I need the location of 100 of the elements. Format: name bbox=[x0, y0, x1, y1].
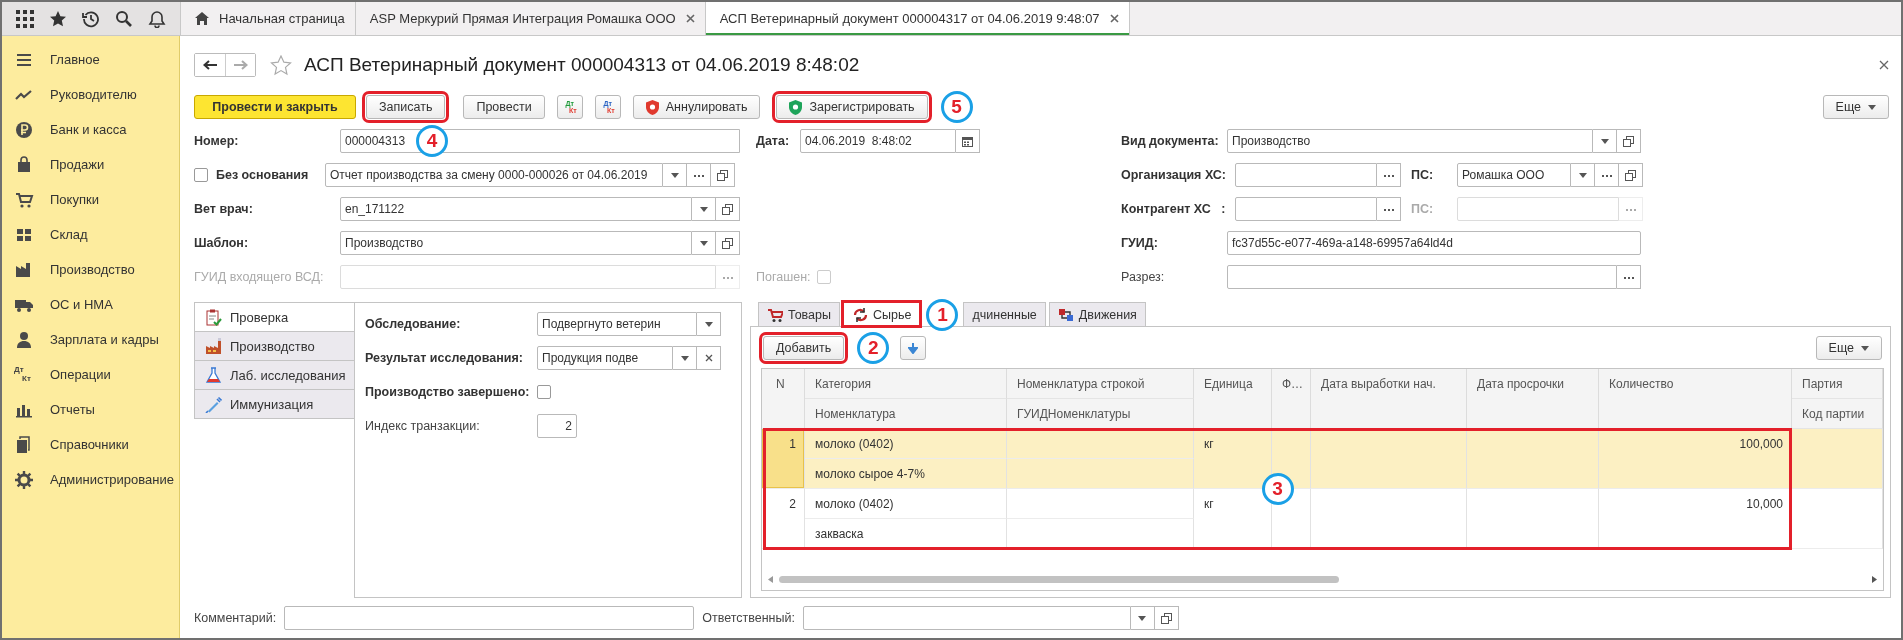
input-field[interactable]: Подвергнуто ветерин bbox=[537, 312, 697, 336]
dropdown-button[interactable] bbox=[697, 312, 721, 336]
clear-button[interactable] bbox=[697, 346, 721, 370]
open-window-icon bbox=[717, 169, 728, 181]
column-header[interactable]: Ф… bbox=[1272, 369, 1311, 429]
table-cell: молоко (0402) bbox=[805, 429, 1007, 459]
choose-button[interactable] bbox=[1595, 163, 1619, 187]
input-field[interactable]: Ромашка ООО bbox=[1457, 163, 1571, 187]
column-header[interactable]: Дата выработки нач. bbox=[1311, 369, 1467, 429]
sidebar-item[interactable]: Банк и касса bbox=[2, 112, 179, 147]
input-field[interactable]: Отчет производства за смену 0000-000026 от 04.06.2019 bbox=[325, 163, 663, 187]
sidebar-item[interactable]: Продажи bbox=[2, 147, 179, 182]
input-field[interactable]: Производство bbox=[1227, 129, 1593, 153]
window-tab[interactable]: Начальная страница bbox=[181, 2, 356, 35]
column-header[interactable]: Номенклатура строкой bbox=[1007, 369, 1194, 399]
dropdown-button[interactable] bbox=[1571, 163, 1595, 187]
window-tab[interactable]: ASP Меркурий Прямая Интеграция Ромашка ООО bbox=[355, 2, 706, 35]
calendar-button[interactable] bbox=[956, 129, 980, 153]
input-field[interactable] bbox=[284, 606, 695, 630]
close-icon[interactable] bbox=[1109, 14, 1119, 23]
more-button[interactable]: Еще bbox=[1822, 95, 1889, 119]
open-button[interactable] bbox=[716, 231, 740, 255]
open-button[interactable] bbox=[1617, 129, 1641, 153]
tab[interactable]: Движения bbox=[1048, 302, 1146, 326]
input-field[interactable]: Производство bbox=[340, 231, 692, 255]
checkbox[interactable] bbox=[194, 168, 208, 182]
callout-badge: 4 bbox=[416, 125, 448, 157]
input-field[interactable]: 04.06.2019 8:48:02 bbox=[800, 129, 956, 153]
side-tab[interactable]: Иммунизация bbox=[194, 389, 354, 419]
column-header[interactable]: Единица bbox=[1194, 369, 1272, 429]
column-header[interactable]: Дата просрочки bbox=[1467, 369, 1599, 429]
choose-button[interactable] bbox=[1617, 265, 1641, 289]
close-icon[interactable] bbox=[1879, 60, 1889, 70]
history-icon[interactable] bbox=[81, 9, 100, 28]
shield-icon bbox=[645, 99, 659, 115]
tab[interactable]: Товары bbox=[758, 302, 840, 326]
input-field[interactable]: fc37d55c-e077-469a-a148-69957a64ld4d bbox=[1227, 231, 1641, 255]
sidebar-item[interactable]: Зарплата и кадры bbox=[2, 322, 179, 357]
sidebar-item[interactable]: Главное bbox=[2, 42, 179, 77]
side-tab[interactable]: Производство bbox=[194, 331, 354, 360]
post-close-button[interactable]: Провести и закрыть bbox=[194, 95, 356, 119]
column-header[interactable]: Количество bbox=[1599, 369, 1792, 429]
column-header[interactable]: ГУИДНоменклатуры bbox=[1007, 399, 1194, 429]
dropdown-button[interactable] bbox=[1593, 129, 1617, 153]
choose-button[interactable] bbox=[1377, 197, 1401, 221]
column-header[interactable]: Номенклатура bbox=[805, 399, 1007, 429]
bell-icon[interactable] bbox=[148, 9, 167, 28]
checkbox[interactable] bbox=[537, 385, 551, 399]
star-icon[interactable] bbox=[48, 9, 67, 28]
column-header[interactable]: Код партии bbox=[1792, 399, 1883, 429]
field-label: Обследование: bbox=[365, 317, 462, 331]
tab[interactable]: дчиненные bbox=[963, 302, 1046, 326]
field-label: Дата: bbox=[756, 134, 791, 148]
sidebar-item[interactable]: Дт Кт Операции bbox=[2, 357, 179, 392]
tab-label: ASP Меркурий Прямая Интеграция Ромашка ООО bbox=[369, 11, 676, 26]
sidebar-item[interactable]: Производство bbox=[2, 252, 179, 287]
apps-grid-icon[interactable] bbox=[15, 9, 34, 28]
window-tab[interactable]: АСП Ветеринарный документ 000004317 от 04.06.2019 9:48:07 bbox=[705, 2, 1130, 35]
dropdown-button[interactable] bbox=[692, 231, 716, 255]
sidebar-item[interactable]: Покупки bbox=[2, 182, 179, 217]
star-outline-icon[interactable] bbox=[270, 54, 292, 76]
column-header[interactable]: Категория bbox=[805, 369, 1007, 399]
input-field[interactable]: en_171122 bbox=[340, 197, 692, 221]
table-cell: закваска bbox=[805, 519, 1007, 549]
side-tab[interactable]: Проверка bbox=[194, 302, 354, 331]
choose-button[interactable] bbox=[1377, 163, 1401, 187]
toolbar-button[interactable]: Аннулировать bbox=[632, 95, 761, 119]
arrow-down-button[interactable] bbox=[900, 336, 927, 360]
home-icon bbox=[195, 12, 209, 25]
side-tab[interactable]: Лаб. исследования bbox=[194, 360, 354, 389]
open-button[interactable] bbox=[1154, 606, 1179, 630]
sidebar-item[interactable]: Отчеты bbox=[2, 392, 179, 427]
table-cell: кг bbox=[1194, 429, 1272, 489]
sidebar-item[interactable]: Руководителю bbox=[2, 77, 179, 112]
input-field[interactable]: 2 bbox=[537, 414, 577, 438]
column-header[interactable]: N bbox=[762, 369, 805, 429]
open-button[interactable] bbox=[711, 163, 735, 187]
ruble-coin-icon bbox=[14, 119, 34, 140]
more-button[interactable]: Еще bbox=[1815, 336, 1882, 360]
choose-button[interactable] bbox=[687, 163, 711, 187]
input-field[interactable] bbox=[1227, 265, 1617, 289]
input-field[interactable]: Продукция подве bbox=[537, 346, 673, 370]
column-header[interactable]: Партия bbox=[1792, 369, 1883, 399]
sidebar-item[interactable]: ОС и НМА bbox=[2, 287, 179, 322]
dropdown-button[interactable] bbox=[1130, 606, 1155, 630]
input-field[interactable] bbox=[1235, 163, 1377, 187]
open-button[interactable] bbox=[716, 197, 740, 221]
input-field[interactable] bbox=[1235, 197, 1377, 221]
sidebar-item[interactable]: Склад bbox=[2, 217, 179, 252]
close-icon[interactable] bbox=[685, 14, 695, 23]
dropdown-button[interactable] bbox=[692, 197, 716, 221]
input-field[interactable] bbox=[802, 606, 1131, 630]
dropdown-button[interactable] bbox=[663, 163, 687, 187]
dropdown-button[interactable] bbox=[673, 346, 697, 370]
sidebar-item[interactable]: Справочники bbox=[2, 427, 179, 462]
open-button[interactable] bbox=[1619, 163, 1643, 187]
toolbar-button[interactable]: Провести bbox=[463, 95, 545, 119]
sidebar-item[interactable]: Администрирование bbox=[2, 462, 179, 497]
more-icon bbox=[1623, 275, 1634, 279]
search-icon[interactable] bbox=[115, 9, 134, 28]
